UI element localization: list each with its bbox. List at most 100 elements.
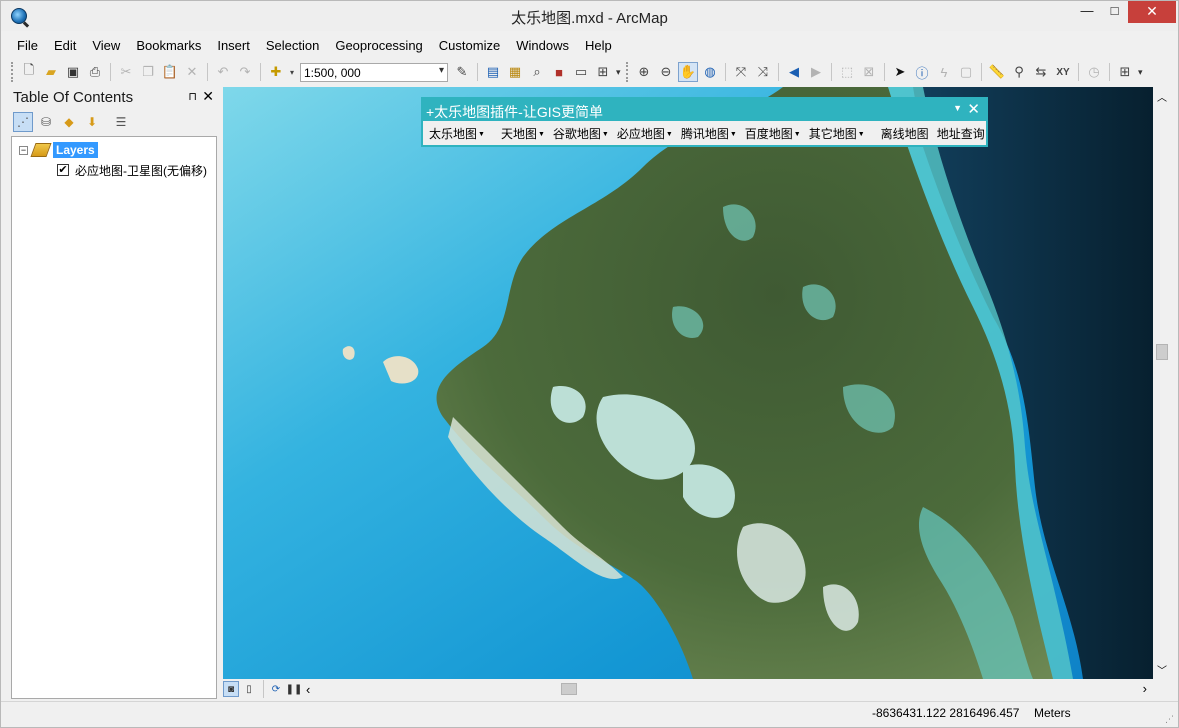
redo-icon[interactable]: ↷ (235, 62, 255, 82)
map-scale-combobox[interactable]: 1:500, 000 ▾ (300, 62, 448, 82)
toolbar-grip[interactable] (11, 62, 15, 82)
magnifier-icon[interactable]: ⊞ (1115, 62, 1135, 82)
menu-edit[interactable]: Edit (46, 34, 84, 56)
plugin-menu-tencent-map[interactable]: 腾讯地图▼ (681, 125, 737, 142)
catalog-icon[interactable]: ▦ (505, 62, 525, 82)
options-icon[interactable]: ☰ (111, 112, 131, 132)
html-popup-icon[interactable]: ▢ (956, 62, 976, 82)
layout-view-icon[interactable]: ▯ (241, 681, 257, 697)
python-window-icon[interactable]: ▭ (571, 62, 591, 82)
fixed-zoom-in-icon[interactable]: ⤧ (731, 62, 751, 82)
close-button[interactable]: ✕ (1128, 1, 1176, 23)
delete-icon[interactable]: ✕ (182, 62, 202, 82)
menu-customize[interactable]: Customize (431, 34, 508, 56)
menu-bookmarks[interactable]: Bookmarks (128, 34, 209, 56)
back-extent-icon[interactable]: ◀ (784, 62, 804, 82)
plugin-address-search-button[interactable]: 地址查询 (937, 125, 985, 142)
hyperlink-icon[interactable]: ϟ (934, 62, 954, 82)
pause-drawing-icon[interactable]: ❚❚ (286, 681, 303, 697)
layers-root-label[interactable]: Layers (53, 142, 98, 158)
list-by-visibility-icon[interactable]: ◆ (59, 112, 79, 132)
minimize-button[interactable]: — (1073, 1, 1101, 23)
toolbar-separator (207, 63, 208, 81)
copy-icon[interactable]: ❐ (138, 62, 158, 82)
chevron-down-icon[interactable]: ▾ (288, 62, 296, 82)
scroll-right-icon[interactable]: › (1143, 681, 1147, 696)
zoom-in-icon[interactable]: ⊕ (634, 62, 654, 82)
save-icon[interactable]: ▣ (63, 62, 83, 82)
identify-icon[interactable]: ⓘ (912, 62, 932, 82)
select-features-icon[interactable]: ⬚ (837, 62, 857, 82)
toolbar-overflow-icon[interactable]: ▾ (616, 67, 624, 78)
layer-visibility-checkbox[interactable]: ✔ (57, 164, 69, 176)
menu-help[interactable]: Help (577, 34, 620, 56)
toolbar-overflow-icon[interactable]: ▾ (1138, 67, 1146, 78)
pan-icon[interactable]: ✋ (678, 62, 698, 82)
toolbar-grip[interactable] (626, 62, 630, 82)
menu-geoprocessing[interactable]: Geoprocessing (327, 34, 430, 56)
plugin-menu-bing-map[interactable]: 必应地图▼ (617, 125, 673, 142)
scroll-left-icon[interactable]: ‹ (306, 682, 310, 697)
select-elements-icon[interactable]: ➤ (890, 62, 910, 82)
plugin-menu-google-map[interactable]: 谷歌地图▼ (553, 125, 609, 142)
chevron-down-icon[interactable]: ▼ (953, 103, 962, 113)
resize-grip-icon[interactable]: ⋰ (1165, 714, 1174, 725)
refresh-icon[interactable]: ⟳ (268, 681, 284, 697)
plugin-toolbar-title[interactable]: +太乐地图插件-让GIS更简单 (426, 102, 603, 122)
vertical-scrollbar[interactable]: ︿ ﹀ (1154, 87, 1170, 679)
menu-insert[interactable]: Insert (209, 34, 258, 56)
pin-icon[interactable]: ⊓ (188, 90, 197, 103)
plugin-menu-taile-map[interactable]: 太乐地图▼ (429, 125, 485, 142)
scroll-up-icon[interactable]: ︿ (1157, 89, 1167, 104)
editor-icon[interactable]: ✎ (452, 62, 472, 82)
title-bar[interactable]: 太乐地图.mxd - ArcMap — □ ✕ (1, 1, 1178, 31)
data-view-icon[interactable]: ◙ (223, 681, 239, 697)
undo-icon[interactable]: ↶ (213, 62, 233, 82)
paste-icon[interactable]: 📋 (160, 62, 180, 82)
maximize-button[interactable]: □ (1101, 1, 1128, 23)
plugin-offline-map-button[interactable]: 离线地图 (881, 125, 929, 142)
layers-root-row[interactable]: − Layers (19, 141, 98, 159)
find-route-icon[interactable]: ⇆ (1031, 62, 1051, 82)
horizontal-scroll-thumb[interactable] (561, 683, 577, 695)
chevron-down-icon[interactable]: ▾ (439, 65, 444, 76)
full-extent-icon[interactable]: ◍ (700, 62, 720, 82)
plugin-menu-other-maps[interactable]: 其它地图▼ (809, 125, 865, 142)
plugin-menu-tianditu[interactable]: 天地图▼ (501, 125, 545, 142)
print-icon[interactable]: ⎙ (85, 62, 105, 82)
plugin-menu-baidu-map[interactable]: 百度地图▼ (745, 125, 801, 142)
list-by-selection-icon[interactable]: ⬇ (82, 112, 102, 132)
menu-view[interactable]: View (84, 34, 128, 56)
standard-toolbar: 🗋 ▰ ▣ ⎙ ✂ ❐ 📋 ✕ ↶ ↷ ✚ ▾ 1:500, 000 ▾ ✎ ▤… (9, 59, 1159, 85)
plugin-close-button[interactable]: ✕ (967, 100, 980, 118)
list-by-drawing-order-icon[interactable]: ⋰ (13, 112, 33, 132)
table-of-contents-icon[interactable]: ▤ (483, 62, 503, 82)
measure-icon[interactable]: 📏 (987, 62, 1007, 82)
scroll-thumb[interactable] (1156, 344, 1168, 360)
layer-row[interactable]: ✔ 必应地图-卫星图(无偏移) (57, 161, 207, 179)
scroll-down-icon[interactable]: ﹀ (1157, 662, 1167, 677)
zoom-out-icon[interactable]: ⊖ (656, 62, 676, 82)
go-to-xy-icon[interactable]: XY (1053, 62, 1073, 82)
time-slider-icon[interactable]: ◷ (1084, 62, 1104, 82)
list-by-source-icon[interactable]: ⛁ (36, 112, 56, 132)
arctoolbox-icon[interactable]: ■ (549, 62, 569, 82)
fixed-zoom-out-icon[interactable]: ⤨ (753, 62, 773, 82)
search-window-icon[interactable]: ⌕ (527, 62, 547, 82)
clear-selection-icon[interactable]: ⊠ (859, 62, 879, 82)
add-data-icon[interactable]: ✚ (266, 62, 286, 82)
cut-icon[interactable]: ✂ (116, 62, 136, 82)
find-icon[interactable]: ⚲ (1009, 62, 1029, 82)
model-builder-icon[interactable]: ⊞ (593, 62, 613, 82)
menu-selection[interactable]: Selection (258, 34, 327, 56)
new-document-icon[interactable]: 🗋 (19, 62, 39, 82)
toc-close-button[interactable]: ✕ (202, 88, 214, 105)
layer-name[interactable]: 必应地图-卫星图(无偏移) (75, 162, 207, 179)
menu-windows[interactable]: Windows (508, 34, 577, 56)
plugin-menu-label: 腾讯地图 (680, 126, 729, 141)
menu-file[interactable]: File (9, 34, 46, 56)
map-view[interactable] (223, 87, 1153, 679)
open-folder-icon[interactable]: ▰ (41, 62, 61, 82)
collapse-icon[interactable]: − (19, 145, 28, 155)
forward-extent-icon[interactable]: ▶ (806, 62, 826, 82)
